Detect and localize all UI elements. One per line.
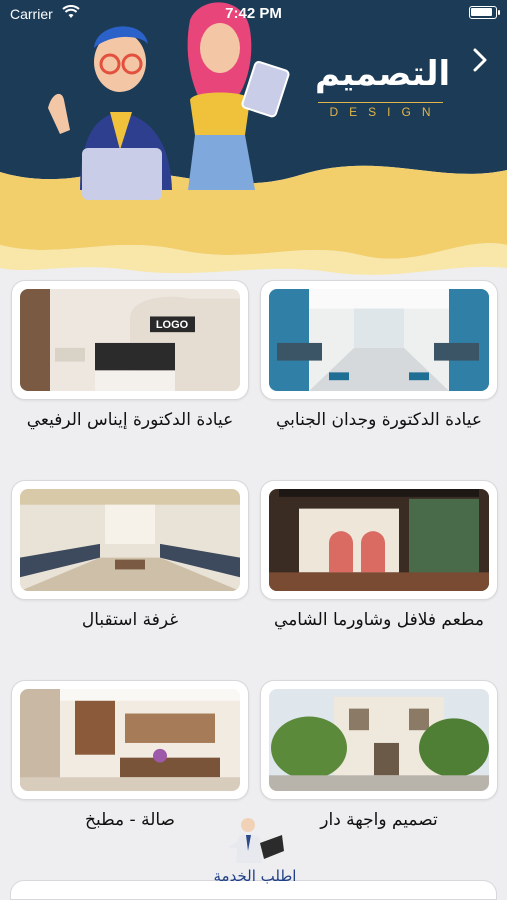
project-card[interactable]: صالة - مطبخ: [11, 680, 249, 830]
project-card[interactable]: غرفة استقبال: [11, 480, 249, 630]
project-image-frame[interactable]: LOGO: [11, 280, 249, 400]
svg-text:LOGO: LOGO: [156, 319, 188, 331]
project-card[interactable]: مطعم فلافل وشاورما الشامي: [260, 480, 498, 630]
project-title: مطعم فلافل وشاورما الشامي: [274, 610, 484, 630]
header-banner: Carrier 7:42 PM التصميم DESIGN: [0, 0, 507, 280]
project-card[interactable]: LOGO عيادة الدكتورة إيناس الرفيعي: [11, 280, 249, 430]
request-service-label: اطلب الخدمة: [213, 867, 297, 885]
back-button[interactable]: [467, 42, 493, 78]
kitchen-living-photo: [20, 689, 240, 791]
project-image-frame[interactable]: [11, 480, 249, 600]
brand-title-arabic: التصميم: [315, 54, 451, 94]
project-card[interactable]: تصميم واجهة دار: [260, 680, 498, 830]
brand-logo: التصميم DESIGN: [315, 54, 451, 119]
clock: 7:42 PM: [225, 5, 282, 22]
project-title: غرفة استقبال: [81, 610, 179, 630]
project-title: عيادة الدكتورة وجدان الجنابي: [275, 410, 483, 430]
designers-illustration: [48, 2, 290, 200]
project-image-frame[interactable]: [11, 680, 249, 800]
status-bar: Carrier 7:42 PM: [0, 0, 507, 28]
project-image-frame[interactable]: [260, 280, 498, 400]
clinic-waiting-room-photo: [269, 289, 489, 391]
battery-icon: [469, 6, 500, 19]
clinic-reception-photo: LOGO: [20, 289, 240, 391]
project-image-frame[interactable]: [260, 680, 498, 800]
businessman-laptop-icon: [228, 818, 284, 863]
request-service-button[interactable]: اطلب الخدمة: [195, 815, 315, 895]
brand-title-english: DESIGN: [318, 102, 443, 119]
house-facade-photo: [269, 689, 489, 791]
project-title: عيادة الدكتورة إيناس الرفيعي: [26, 410, 234, 430]
chevron-right-icon: [473, 48, 487, 72]
project-image-frame[interactable]: [260, 480, 498, 600]
project-card[interactable]: عيادة الدكتورة وجدان الجنابي: [260, 280, 498, 430]
majlis-reception-room-photo: [20, 489, 240, 591]
restaurant-interior-photo: [269, 489, 489, 591]
